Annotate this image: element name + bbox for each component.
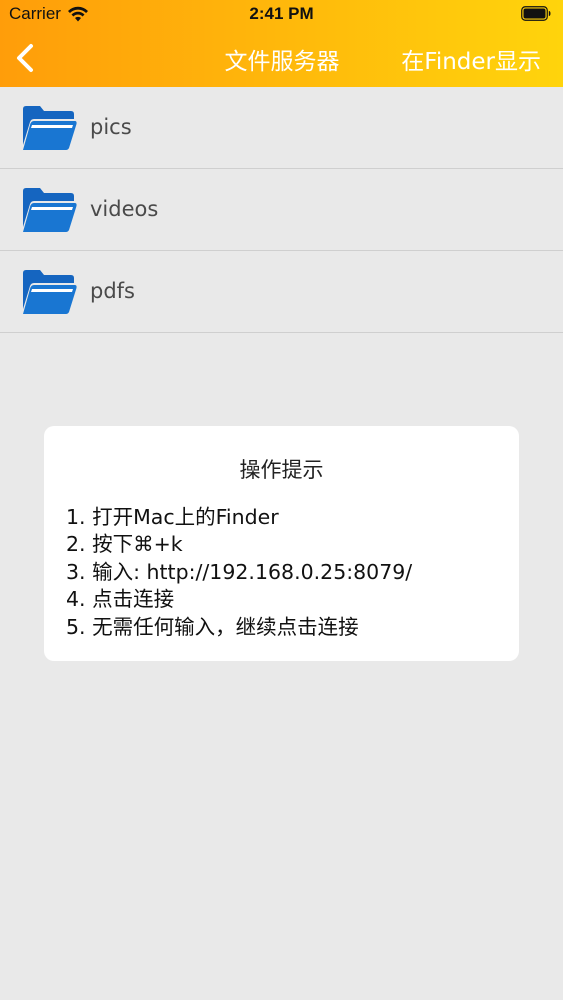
status-bar: Carrier 2:41 PM	[0, 0, 563, 30]
status-time: 2:41 PM	[249, 4, 314, 23]
chevron-left-icon	[17, 44, 33, 72]
page-title: 文件服务器	[224, 49, 340, 75]
folder-name: videos	[90, 197, 159, 221]
folder-icon	[23, 270, 77, 314]
list-item-pdfs[interactable]: pdfs	[0, 251, 563, 333]
folder-list: pics videos pdfs	[0, 87, 563, 333]
back-button[interactable]	[10, 38, 46, 78]
navigation-bar: 文件服务器 在Finder显示	[0, 30, 563, 87]
instruction-step: 2. 按下⌘+k	[66, 532, 183, 557]
folder-name: pdfs	[90, 279, 135, 303]
instructions-title: 操作提示	[239, 458, 324, 482]
battery-icon	[521, 6, 551, 21]
instruction-step: 4. 点击连接	[66, 587, 175, 612]
list-item-videos[interactable]: videos	[0, 169, 563, 251]
folder-name: pics	[90, 115, 132, 139]
instructions-card: 操作提示 1. 打开Mac上的Finder 2. 按下⌘+k 3. 输入: ht…	[44, 426, 519, 661]
instruction-step: 3. 输入: http://192.168.0.25:8079/	[66, 559, 413, 584]
instructions-list: 1. 打开Mac上的Finder 2. 按下⌘+k 3. 输入: http://…	[66, 504, 412, 641]
folder-icon	[23, 106, 77, 150]
instruction-step: 5. 无需任何输入，继续点击连接	[66, 614, 359, 639]
show-in-finder-button[interactable]: 在Finder显示	[395, 42, 541, 76]
instruction-step: 1. 打开Mac上的Finder	[66, 505, 279, 529]
list-item-pics[interactable]: pics	[0, 87, 563, 169]
folder-icon	[23, 188, 77, 232]
header: Carrier 2:41 PM 文件服务器 在Finder显示	[0, 0, 563, 87]
